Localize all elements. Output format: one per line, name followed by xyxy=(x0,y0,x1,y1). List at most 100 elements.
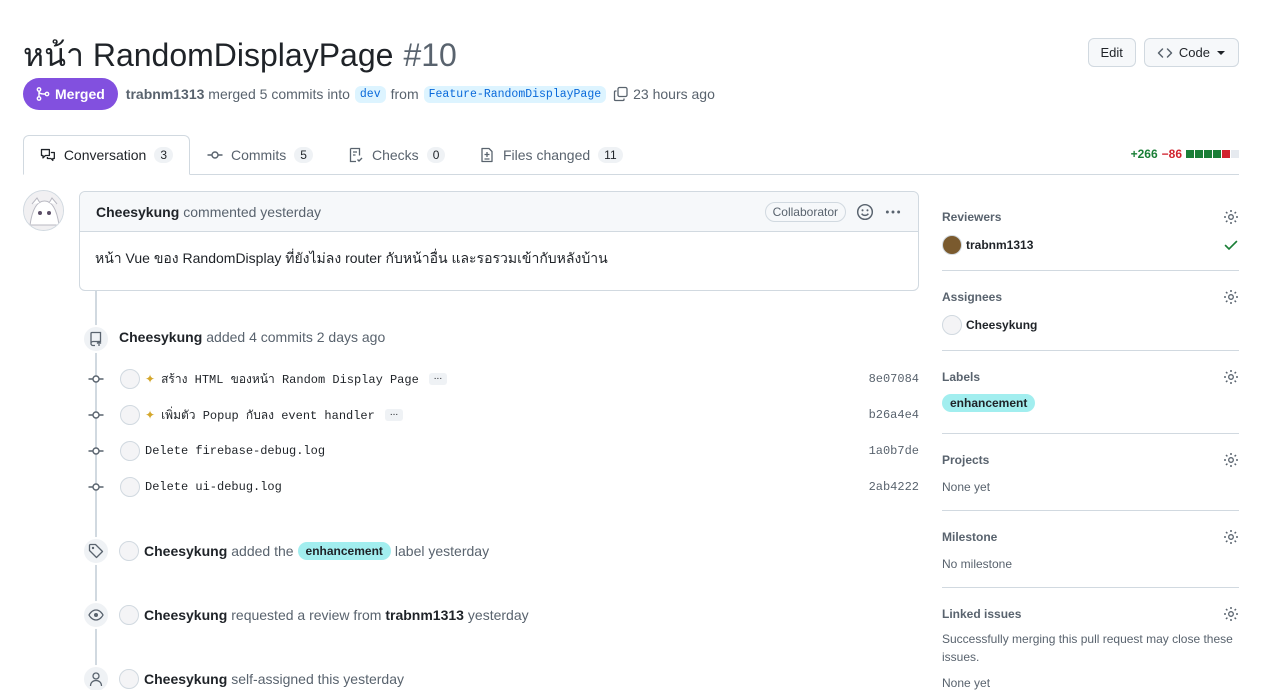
head-branch[interactable]: Feature-RandomDisplayPage xyxy=(423,85,607,103)
commit-row: Delete firebase-debug.log 1a0b7de xyxy=(86,441,919,461)
tab-label: Checks xyxy=(372,147,419,163)
event-text: self-assigned this yesterday xyxy=(231,671,405,687)
commit-sha[interactable]: 2ab4222 xyxy=(869,480,919,494)
git-commit-icon xyxy=(86,443,106,459)
copy-icon[interactable] xyxy=(613,86,629,102)
base-branch[interactable]: dev xyxy=(354,85,386,103)
edit-label: Edit xyxy=(1100,45,1123,60)
commit-message[interactable]: เพิ่มตัว Popup กับลง event handler xyxy=(161,406,375,425)
projects-value: None yet xyxy=(942,480,991,494)
author-link[interactable]: trabnm1313 xyxy=(126,86,205,102)
diffstat: +266 −86 xyxy=(1131,147,1239,161)
git-commit-icon xyxy=(86,407,106,423)
chevron-down-icon xyxy=(1217,50,1225,55)
gear-icon[interactable] xyxy=(1223,209,1239,225)
comment-author[interactable]: Cheesykung xyxy=(96,204,179,220)
commit-sha[interactable]: b26a4e4 xyxy=(869,408,919,422)
reviewer-entry[interactable]: trabnm1313 xyxy=(942,235,1239,255)
projects-section: Projects None yet xyxy=(942,434,1239,511)
merged-time: 23 hours ago xyxy=(633,86,715,102)
reviewer-link[interactable]: trabnm1313 xyxy=(385,607,464,623)
avatar[interactable] xyxy=(23,190,64,231)
tab-commits[interactable]: Commits 5 xyxy=(191,135,329,175)
reviewer-name[interactable]: trabnm1313 xyxy=(966,238,1033,252)
projects-title[interactable]: Projects xyxy=(942,453,989,467)
collaborator-badge: Collaborator xyxy=(764,201,846,222)
code-button[interactable]: Code xyxy=(1143,38,1239,67)
eye-icon xyxy=(82,601,110,629)
tab-counter: 0 xyxy=(426,147,446,163)
comment-discussion-icon xyxy=(40,148,55,162)
git-commit-icon xyxy=(86,479,106,495)
tab-label: Commits xyxy=(231,147,287,163)
repo-push-icon xyxy=(82,325,110,353)
pr-tabs: Conversation 3 Commits 5 Checks 0 Files … xyxy=(23,135,1239,175)
tag-icon xyxy=(82,537,110,565)
avatar[interactable] xyxy=(119,541,139,561)
git-merge-icon xyxy=(36,87,50,101)
comment-time[interactable]: commented yesterday xyxy=(183,204,321,220)
gear-icon[interactable] xyxy=(1223,606,1239,622)
avatar xyxy=(942,235,962,255)
check-icon xyxy=(1224,240,1238,251)
gear-icon[interactable] xyxy=(1223,289,1239,305)
tab-checks[interactable]: Checks 0 xyxy=(332,135,461,175)
avatar[interactable] xyxy=(119,669,139,689)
commit-sha[interactable]: 1a0b7de xyxy=(869,444,919,458)
edit-button[interactable]: Edit xyxy=(1087,38,1136,67)
avatar[interactable] xyxy=(119,605,139,625)
labels-title[interactable]: Labels xyxy=(942,370,980,384)
event-text: yesterday xyxy=(467,607,529,623)
kebab-menu-icon[interactable] xyxy=(884,203,902,221)
linked-issues-section: Linked issues Successfully merging this … xyxy=(942,588,1239,690)
event-author[interactable]: Cheesykung xyxy=(119,329,202,345)
avatar[interactable] xyxy=(120,369,140,389)
linked-issues-description: Successfully merging this pull request m… xyxy=(942,632,1233,664)
gear-icon[interactable] xyxy=(1223,452,1239,468)
person-icon xyxy=(82,665,110,690)
git-commit-icon xyxy=(86,371,106,387)
comment-body: หน้า Vue ของ RandomDisplay ที่ยังไม่ลง r… xyxy=(95,250,608,266)
tab-counter: 11 xyxy=(598,147,623,163)
enhancement-label[interactable]: enhancement xyxy=(297,542,391,560)
event-author[interactable]: Cheesykung xyxy=(144,671,227,687)
commit-message[interactable]: Delete firebase-debug.log xyxy=(145,444,325,458)
gear-icon[interactable] xyxy=(1223,529,1239,545)
code-icon xyxy=(1157,47,1173,58)
assignees-title[interactable]: Assignees xyxy=(942,290,1002,304)
expand-commit-button[interactable]: ... xyxy=(384,408,404,421)
expand-commit-button[interactable]: ... xyxy=(428,372,448,385)
deletions-count: −86 xyxy=(1161,147,1182,161)
gear-icon[interactable] xyxy=(1223,369,1239,385)
merged-status-badge: Merged xyxy=(23,78,118,110)
linked-issues-title[interactable]: Linked issues xyxy=(942,607,1021,621)
tab-files-changed[interactable]: Files changed 11 xyxy=(463,135,639,175)
commit-message[interactable]: สร้าง HTML ของหน้า Random Display Page xyxy=(161,370,419,389)
commit-sha[interactable]: 8e07084 xyxy=(869,372,919,386)
commit-row: ✦ สร้าง HTML ของหน้า Random Display Page… xyxy=(86,369,919,389)
tab-conversation[interactable]: Conversation 3 xyxy=(23,135,190,175)
event-author[interactable]: Cheesykung xyxy=(144,543,227,559)
assignee-name[interactable]: Cheesykung xyxy=(966,318,1037,332)
sparkles-icon: ✦ xyxy=(145,372,156,386)
assign-event: Cheesykung self-assigned this yesterday xyxy=(119,669,404,689)
commit-message[interactable]: Delete ui-debug.log xyxy=(145,480,282,494)
event-author[interactable]: Cheesykung xyxy=(144,607,227,623)
label-event: Cheesykung added the enhancement label y… xyxy=(119,541,489,561)
merged-label: Merged xyxy=(55,86,105,102)
assignee-entry[interactable]: Cheesykung xyxy=(942,315,1239,335)
milestone-title[interactable]: Milestone xyxy=(942,530,997,544)
smiley-icon[interactable] xyxy=(856,203,874,221)
avatar xyxy=(942,315,962,335)
milestone-value: No milestone xyxy=(942,557,1013,571)
git-commit-icon xyxy=(207,151,223,159)
pr-state-row: Merged trabnm1313 merged 5 commits into … xyxy=(23,78,715,110)
avatar[interactable] xyxy=(120,477,140,497)
avatar[interactable] xyxy=(120,405,140,425)
header-actions: Edit Code xyxy=(1087,38,1239,67)
enhancement-label[interactable]: enhancement xyxy=(942,394,1036,412)
event-text: label yesterday xyxy=(394,543,490,559)
reviewers-section: Reviewers trabnm1313 xyxy=(942,191,1239,271)
reviewers-title[interactable]: Reviewers xyxy=(942,210,1001,224)
avatar[interactable] xyxy=(120,441,140,461)
